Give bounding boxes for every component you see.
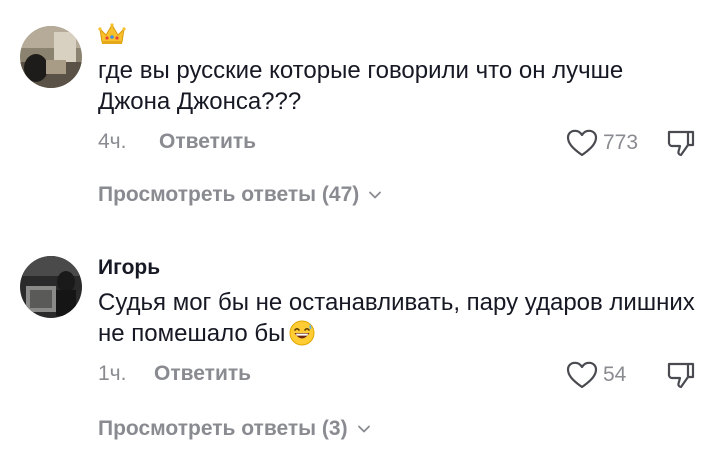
like-button[interactable]: 54 (566, 360, 626, 390)
comment-1: где вы русские которые говорили что он л… (0, 0, 720, 230)
like-count: 773 (603, 131, 639, 154)
comment-actions: 1ч. Ответить 54 (98, 360, 700, 390)
view-replies-label: Просмотреть ответы (3) (98, 417, 348, 440)
comment-text-body: Судья мог бы не останавливать, пару удар… (98, 289, 695, 347)
like-button[interactable]: 773 (566, 128, 638, 158)
comment-time: 1ч. (98, 362, 127, 385)
chevron-down-icon (369, 191, 382, 199)
avatar[interactable] (20, 256, 82, 318)
comment-text: где вы русские которые говорили что он л… (98, 57, 624, 115)
view-replies-button[interactable]: Просмотреть ответы (3) (98, 417, 372, 441)
comment-actions: 4ч. Ответить 773 (98, 128, 700, 158)
comment-author[interactable]: Игорь (98, 256, 160, 280)
dislike-button[interactable] (666, 360, 696, 390)
reply-button[interactable]: Ответить (159, 130, 256, 154)
reply-button[interactable]: Ответить (154, 362, 251, 386)
heart-icon (566, 361, 598, 389)
grinning-sweat-emoji (289, 320, 315, 346)
dislike-button[interactable] (666, 128, 696, 158)
comment-text: Судья мог бы не останавливать, пару удар… (98, 287, 698, 349)
thumbs-down-icon (667, 130, 695, 157)
heart-icon (566, 129, 598, 157)
thumbs-down-icon (667, 362, 695, 389)
like-count: 54 (603, 363, 627, 386)
view-replies-label: Просмотреть ответы (47) (98, 183, 360, 206)
chevron-down-icon (357, 425, 370, 433)
crown-icon (98, 22, 126, 46)
comment-2: Игорь Судья мог бы не останавливать, пар… (0, 230, 720, 474)
view-replies-button[interactable]: Просмотреть ответы (47) (98, 183, 383, 207)
comment-time: 4ч. (98, 130, 127, 153)
avatar[interactable] (20, 26, 82, 88)
